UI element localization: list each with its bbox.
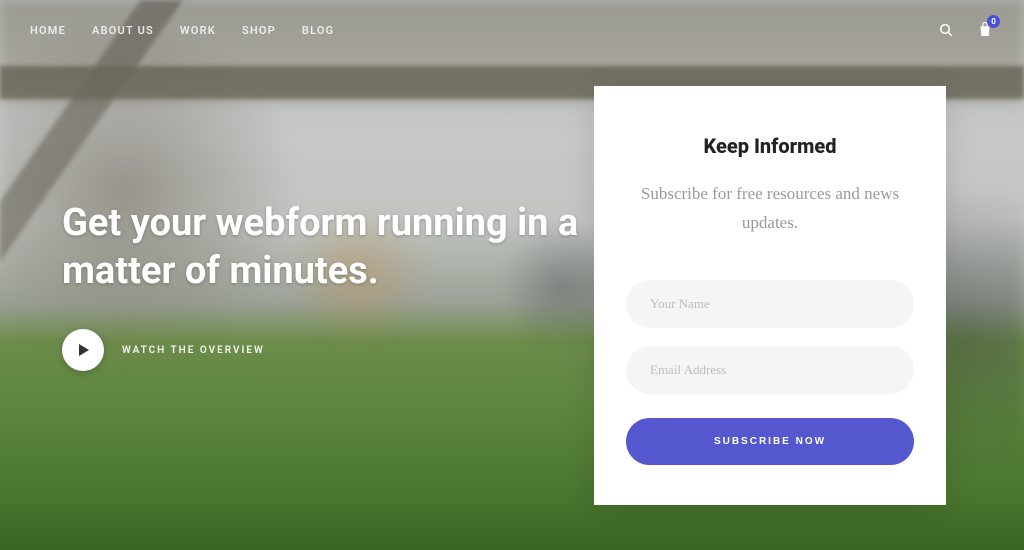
nav-item-work[interactable]: WORK xyxy=(180,24,216,37)
nav-item-shop[interactable]: SHOP xyxy=(242,24,276,37)
nav-list: HOME ABOUT US WORK SHOP BLOG xyxy=(30,24,334,37)
subscribe-card: Keep Informed Subscribe for free resourc… xyxy=(594,86,946,505)
nav-item-about-us[interactable]: ABOUT US xyxy=(92,24,154,37)
nav-item-home[interactable]: HOME xyxy=(30,24,66,37)
watch-overview-button[interactable]: WATCH THE OVERVIEW xyxy=(62,329,582,371)
play-icon xyxy=(62,329,104,371)
watch-overview-label: WATCH THE OVERVIEW xyxy=(122,345,265,356)
nav-right: 0 xyxy=(938,21,994,39)
hero-title: Get your webform running in a matter of … xyxy=(62,200,582,295)
email-field[interactable] xyxy=(626,346,914,394)
hero-section: Get your webform running in a matter of … xyxy=(62,200,582,371)
nav-item-blog[interactable]: BLOG xyxy=(302,24,334,37)
cart-badge: 0 xyxy=(987,15,1000,28)
name-field[interactable] xyxy=(626,280,914,328)
search-icon[interactable] xyxy=(938,22,954,38)
subscribe-button[interactable]: SUBSCRIBE NOW xyxy=(626,418,914,465)
top-nav: HOME ABOUT US WORK SHOP BLOG 0 xyxy=(0,0,1024,60)
form-title: Keep Informed xyxy=(626,134,914,158)
cart-button[interactable]: 0 xyxy=(976,21,994,39)
page: HOME ABOUT US WORK SHOP BLOG 0 xyxy=(0,0,1024,550)
form-subtitle: Subscribe for free resources and news up… xyxy=(626,180,914,238)
